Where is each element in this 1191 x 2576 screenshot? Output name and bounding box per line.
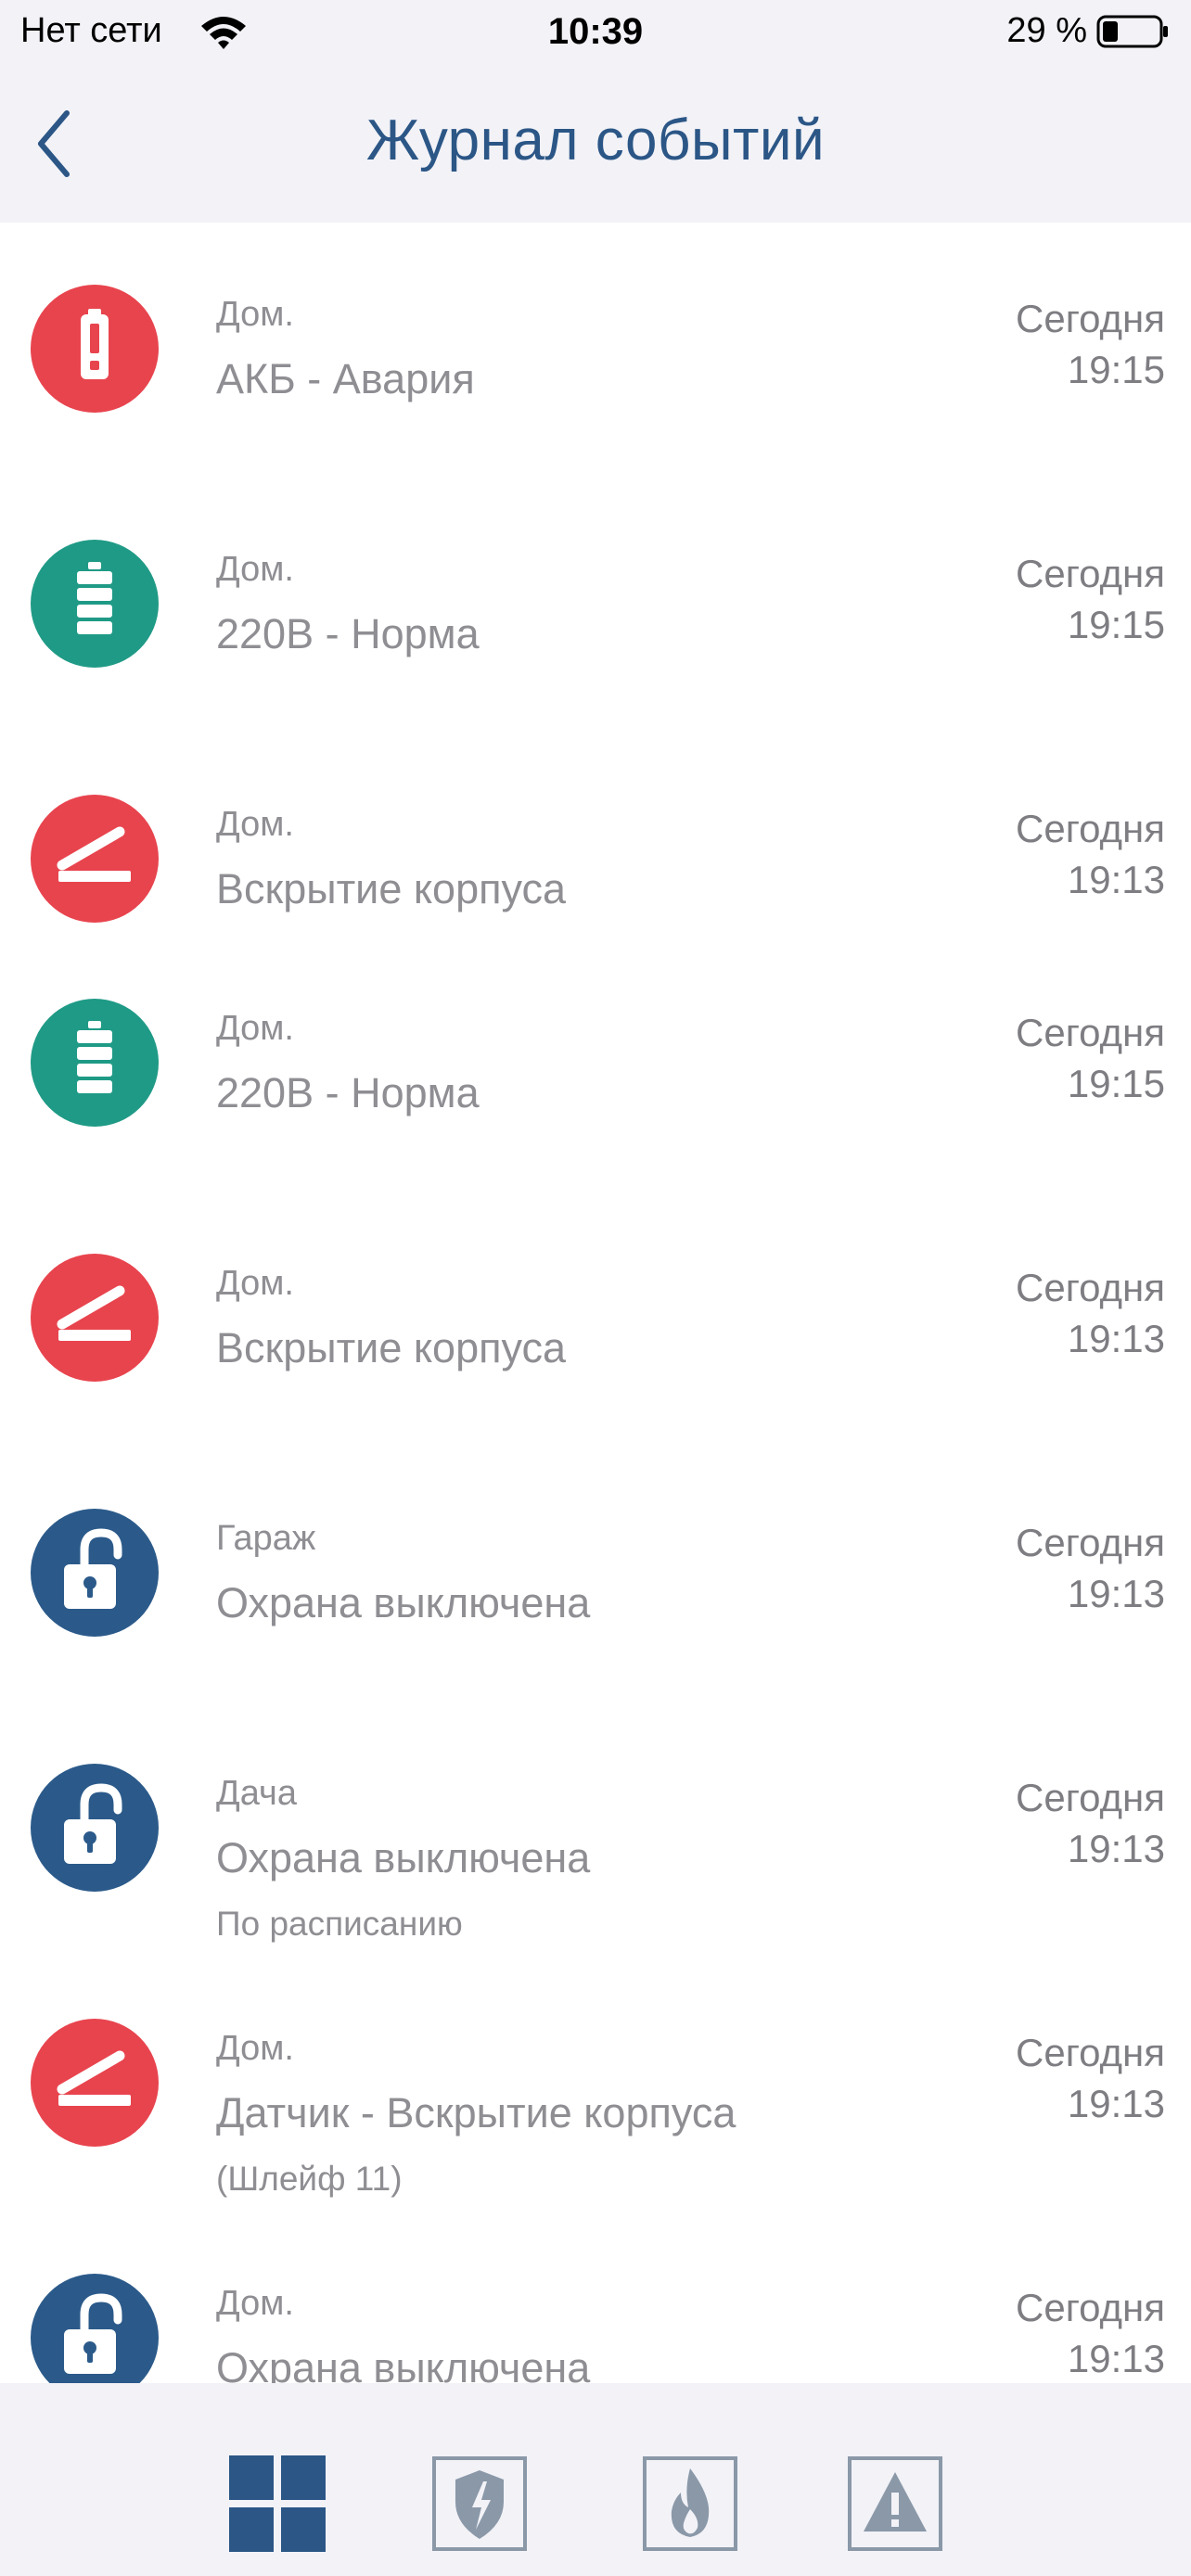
page-title: Журнал событий [365,108,826,172]
unlock-icon [31,2274,159,2383]
fire-icon [643,2456,737,2551]
event-name: Датчик - Вскрытие корпуса [216,2089,736,2136]
event-row[interactable]: Дом. Вскрытие корпуса Сегодня 19:13 [0,1192,1191,1405]
tab-warnings[interactable] [847,2455,943,2552]
event-row[interactable]: Дача Охрана выключена По расписанию Сегодня… [0,1702,1191,1943]
event-extra: (Шлейф 11) [216,2160,403,2198]
event-time: 19:13 [1067,1827,1165,1870]
unlock-icon [31,1509,159,1637]
event-name: Охрана выключена [216,1834,591,1881]
event-object: Дом. [216,550,294,589]
event-time: 19:13 [1067,2082,1165,2125]
event-time: 19:13 [1067,858,1165,901]
event-row[interactable]: Дом. Охрана выключена Сегодня 19:13 [0,2212,1191,2383]
event-row[interactable]: Дом. 220В - Норма Сегодня 19:15 [0,478,1191,691]
event-object: Дом. [216,2029,294,2068]
event-row[interactable]: Дом. Датчик - Вскрытие корпуса (Шлейф 11) С… [0,1957,1191,2198]
event-name: 220В - Норма [216,610,480,657]
tab-events[interactable] [229,2455,326,2552]
grid-icon [229,2455,326,2552]
event-date: Сегодня [1016,807,1165,850]
unlock-icon [31,1764,159,1892]
event-object: Дом. [216,1264,294,1303]
event-date: Сегодня [1016,2286,1165,2329]
event-time: 19:13 [1067,2337,1165,2380]
event-object: Дом. [216,1009,294,1048]
event-time: 19:15 [1067,1062,1165,1105]
tab-bar [0,2383,1191,2576]
event-date: Сегодня [1016,2031,1165,2074]
event-time: 19:15 [1067,603,1165,646]
event-date: Сегодня [1016,1521,1165,1564]
tab-fire[interactable] [642,2455,738,2552]
event-extra: По расписанию [216,1905,463,1943]
battery-full-icon [31,999,159,1127]
event-date: Сегодня [1016,1776,1165,1819]
event-name: АКБ - Авария [216,355,475,402]
event-time: 19:13 [1067,1317,1165,1360]
event-name: Охрана выключена [216,2344,591,2383]
event-name: Вскрытие корпуса [216,865,566,912]
event-row[interactable]: Дом. 220В - Норма Сегодня 19:15 [0,937,1191,1150]
event-object: Дача [216,1774,297,1813]
event-time: 19:15 [1067,348,1165,391]
event-list[interactable]: Дом. АКБ - Авария Сегодня 19:15 Дом. 220В - Н… [0,223,1191,2383]
event-name: Охрана выключена [216,1579,591,1626]
event-object: Дом. [216,2284,294,2323]
tab-security[interactable] [431,2455,528,2552]
tamper-icon [31,1254,159,1382]
nav-bar: Журнал событий [0,65,1191,223]
tamper-icon [31,2019,159,2147]
event-object: Дом. [216,805,294,844]
battery-percent: 29 % [1006,11,1087,50]
event-date: Сегодня [1016,552,1165,595]
warning-icon [848,2456,942,2551]
event-date: Сегодня [1016,1011,1165,1054]
battery-icon [1096,15,1168,48]
event-date: Сегодня [1016,297,1165,340]
event-name: 220В - Норма [216,1069,480,1116]
status-bar: Нет сети 10:39 29 % [0,0,1191,65]
event-object: Дом. [216,295,294,334]
battery-alert-icon [31,285,159,413]
event-row[interactable]: Гараж Охрана выключена Сегодня 19:13 [0,1447,1191,1660]
battery-full-icon [31,540,159,668]
event-name: Вскрытие корпуса [216,1324,566,1371]
tamper-icon [31,795,159,923]
event-row[interactable]: Дом. Вскрытие корпуса Сегодня 19:13 [0,733,1191,946]
event-object: Гараж [216,1519,316,1558]
event-row[interactable]: Дом. АКБ - Авария Сегодня 19:15 [0,223,1191,436]
event-date: Сегодня [1016,1266,1165,1309]
shield-icon [432,2456,527,2551]
event-time: 19:13 [1067,1572,1165,1615]
